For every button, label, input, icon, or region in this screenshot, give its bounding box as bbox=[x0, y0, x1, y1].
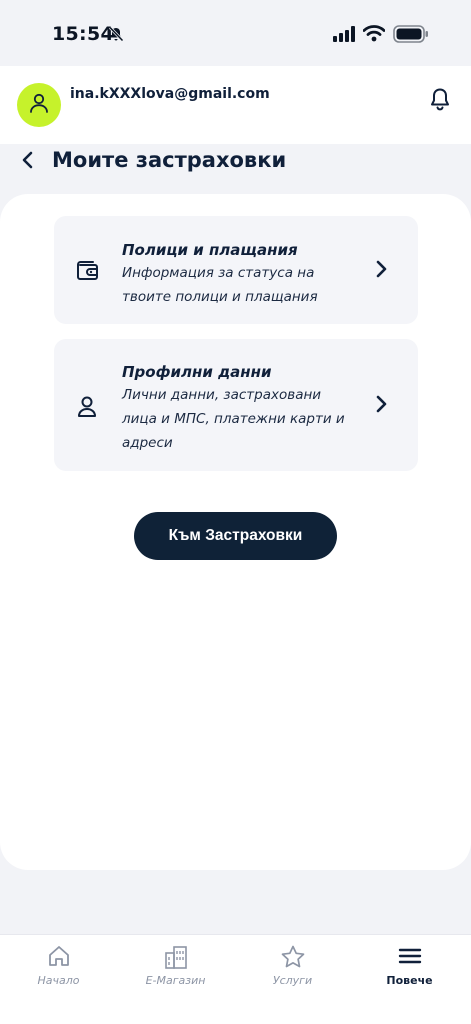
home-icon bbox=[0, 944, 117, 968]
silent-mode-icon bbox=[108, 26, 124, 46]
profile-data-item[interactable]: Профилни данни Лични данни, застраховани… bbox=[54, 339, 418, 471]
wallet-icon bbox=[76, 259, 100, 285]
account-email: ina.kXXXlova@gmail.com bbox=[70, 86, 270, 102]
store-icon bbox=[117, 944, 234, 970]
menu-icon bbox=[351, 944, 468, 968]
status-time: 15:54 bbox=[52, 23, 114, 45]
nav-home[interactable]: Начало bbox=[0, 935, 117, 1024]
nav-services[interactable]: Услуги bbox=[234, 935, 351, 1024]
status-bar: 15:54 bbox=[0, 0, 471, 66]
nav-more[interactable]: Повече bbox=[351, 935, 468, 1024]
back-chevron-icon[interactable] bbox=[18, 150, 38, 174]
go-to-insurances-button[interactable]: Към Застраховки bbox=[134, 512, 337, 560]
star-icon bbox=[234, 944, 351, 970]
chevron-right-icon bbox=[374, 258, 390, 284]
content-card: Полици и плащания Информация за статуса … bbox=[0, 194, 471, 870]
user-icon bbox=[28, 92, 50, 118]
item-description: Лични данни, застраховани лица и МПС, пл… bbox=[122, 387, 345, 451]
account-header: ina.kXXXlova@gmail.com bbox=[0, 66, 471, 144]
cellular-signal-icon bbox=[333, 26, 357, 46]
screen: 15:54 ina.kXXXlova@gmail.com Моите застр… bbox=[0, 0, 471, 1024]
user-icon bbox=[76, 395, 98, 423]
avatar[interactable] bbox=[17, 83, 61, 127]
nav-label: Е-Магазин bbox=[145, 974, 206, 987]
bottom-navigation: Начало Е-Магазин Услуги Повече bbox=[0, 934, 471, 1024]
item-title: Полици и плащания bbox=[122, 241, 298, 259]
battery-icon bbox=[393, 25, 429, 47]
nav-label: Повече bbox=[386, 974, 433, 987]
nav-label: Начало bbox=[37, 974, 80, 987]
page-title: Моите застраховки bbox=[52, 148, 287, 172]
nav-label: Услуги bbox=[272, 974, 313, 987]
policies-payments-item[interactable]: Полици и плащания Информация за статуса … bbox=[54, 216, 418, 324]
chevron-right-icon bbox=[374, 393, 390, 419]
notifications-bell-icon[interactable] bbox=[429, 87, 451, 115]
item-title: Профилни данни bbox=[122, 363, 272, 381]
wifi-icon bbox=[362, 24, 386, 46]
item-description: Информация за статуса на твоите полици и… bbox=[122, 265, 318, 305]
nav-store[interactable]: Е-Магазин bbox=[117, 935, 234, 1024]
